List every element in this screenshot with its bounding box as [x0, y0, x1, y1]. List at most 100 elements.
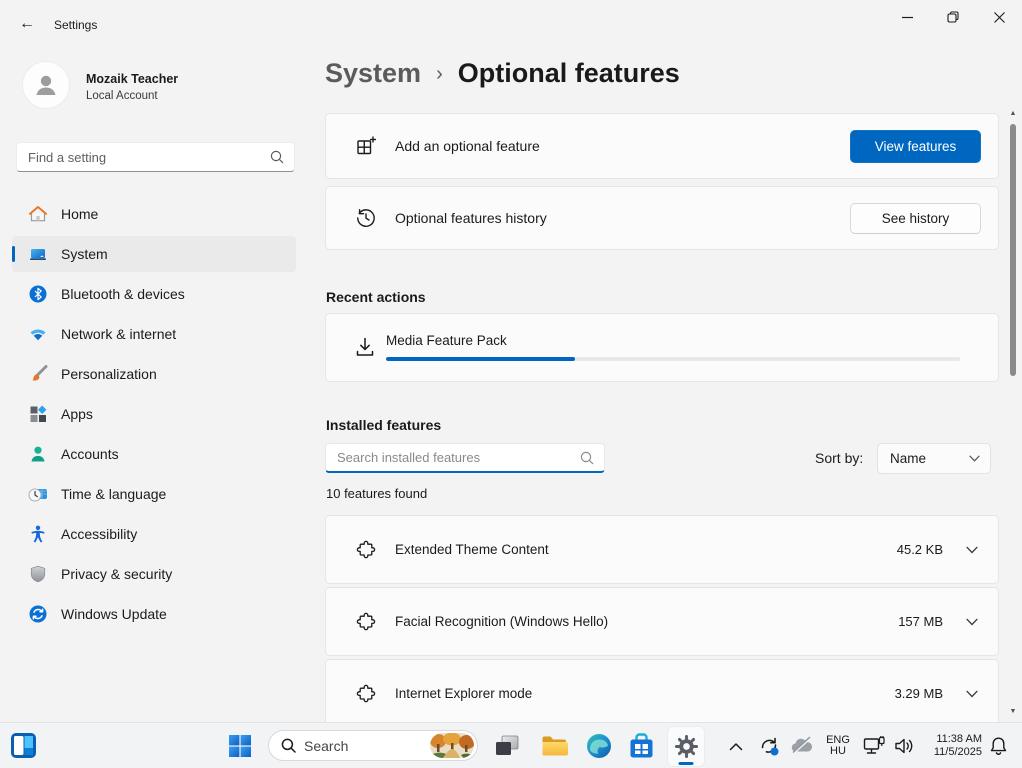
sidebar-item-accessibility[interactable]: Accessibility [12, 516, 296, 552]
sidebar-item-label: Network & internet [61, 326, 176, 342]
task-view-icon [495, 735, 519, 757]
apps-icon [28, 404, 48, 424]
search-icon [281, 738, 296, 753]
edge-button[interactable] [585, 732, 612, 759]
network-tray-button[interactable] [862, 734, 886, 758]
taskbar-search[interactable]: Search [268, 730, 478, 761]
sidebar-item-label: Personalization [61, 366, 157, 382]
network-ethernet-icon [863, 736, 885, 757]
see-history-button[interactable]: See history [850, 203, 981, 234]
breadcrumb-system[interactable]: System [325, 58, 421, 89]
widgets-icon [10, 732, 37, 759]
puzzle-icon [356, 540, 376, 560]
add-feature-label: Add an optional feature [395, 138, 540, 154]
wifi-icon [28, 324, 48, 344]
history-icon [355, 207, 377, 229]
selected-indicator [12, 246, 15, 262]
feature-row-extended-theme[interactable]: Extended Theme Content 45.2 KB [325, 515, 999, 584]
language-indicator[interactable]: ENG HU [822, 734, 854, 758]
file-explorer-button[interactable] [540, 732, 568, 759]
sidebar-item-label: Accounts [61, 446, 119, 462]
chevron-down-icon[interactable] [966, 546, 978, 554]
back-button[interactable]: ← [12, 10, 42, 38]
installed-search-input[interactable] [326, 450, 580, 465]
restore-button[interactable] [930, 0, 976, 34]
scrollbar-down-arrow[interactable]: ▼ [1008, 708, 1018, 716]
clock-date: 11/5/2025 [934, 746, 982, 759]
feature-row-ie-mode[interactable]: Internet Explorer mode 3.29 MB [325, 659, 999, 728]
features-history-label: Optional features history [395, 210, 547, 226]
window-title: Settings [54, 18, 97, 32]
installed-search-box[interactable] [325, 443, 605, 473]
feature-name: Facial Recognition (Windows Hello) [395, 614, 608, 629]
sidebar-item-personalization[interactable]: Personalization [12, 356, 296, 392]
widgets-button[interactable] [10, 732, 37, 759]
close-button[interactable] [976, 0, 1022, 34]
chevron-down-icon[interactable] [966, 690, 978, 698]
start-button[interactable] [228, 734, 252, 758]
person-icon [31, 70, 61, 100]
sidebar-item-label: Privacy & security [61, 566, 172, 582]
add-feature-icon [355, 135, 377, 157]
settings-app-button[interactable] [667, 726, 705, 767]
microsoft-store-button[interactable] [628, 732, 655, 759]
download-progress-fill [386, 357, 575, 361]
clock-time: 11:38 AM [936, 733, 982, 746]
tray-expand-button[interactable] [726, 737, 746, 755]
chevron-down-icon[interactable] [966, 618, 978, 626]
view-features-button[interactable]: View features [850, 130, 981, 163]
onedrive-paused-button[interactable] [789, 735, 815, 757]
task-view-button[interactable] [494, 733, 520, 759]
taskbar-search-placeholder: Search [304, 738, 348, 754]
find-setting-input[interactable] [17, 150, 270, 165]
sidebar-item-system[interactable]: System [12, 236, 296, 272]
window-controls [884, 0, 1022, 34]
sidebar-item-label: Time & language [61, 486, 166, 502]
sidebar-item-label: Home [61, 206, 98, 222]
bell-icon [989, 736, 1008, 756]
download-item-name: Media Feature Pack [386, 333, 507, 348]
user-account-type: Local Account [86, 90, 158, 102]
bluetooth-icon [28, 284, 48, 304]
installed-features-heading: Installed features [326, 417, 441, 433]
feature-row-facial-recognition[interactable]: Facial Recognition (Windows Hello) 157 M… [325, 587, 999, 656]
sidebar-item-time-language[interactable]: Time & language [12, 476, 296, 512]
find-setting-searchbox[interactable] [16, 142, 295, 172]
chevron-down-icon [969, 455, 980, 462]
sidebar-item-label: Bluetooth & devices [61, 286, 185, 302]
sync-status-button[interactable] [756, 733, 782, 759]
sort-by-label: Sort by: [815, 450, 863, 466]
restore-icon [947, 11, 959, 23]
avatar[interactable] [22, 61, 70, 109]
features-history-card: Optional features history See history [325, 186, 999, 250]
sort-dropdown[interactable]: Name [877, 443, 991, 474]
running-app-indicator [679, 762, 694, 765]
minimize-button[interactable] [884, 0, 930, 34]
sidebar-item-network-internet[interactable]: Network & internet [12, 316, 296, 352]
gear-icon [674, 734, 699, 759]
download-card: Media Feature Pack [325, 313, 999, 382]
scrollbar-up-arrow[interactable]: ▲ [1008, 110, 1018, 118]
sidebar-item-bluetooth-devices[interactable]: Bluetooth & devices [12, 276, 296, 312]
system-icon [28, 244, 48, 264]
sidebar-item-windows-update[interactable]: Windows Update [12, 596, 296, 632]
features-count: 10 features found [326, 486, 427, 501]
minimize-icon [902, 12, 913, 23]
feature-name: Internet Explorer mode [395, 686, 532, 701]
taskbar: Search ENG HU 11:38 AM 11/5/ [0, 722, 1022, 768]
download-progressbar [386, 357, 960, 361]
close-icon [994, 12, 1005, 23]
search-highlight-image[interactable] [430, 733, 474, 758]
feature-size: 3.29 MB [895, 686, 943, 701]
clock-tray[interactable]: 11:38 AM 11/5/2025 [918, 733, 982, 759]
speaker-icon [894, 737, 915, 755]
sidebar-item-label: System [61, 246, 108, 262]
cloud-slash-icon [790, 736, 814, 756]
volume-tray-button[interactable] [892, 735, 916, 757]
sidebar-item-accounts[interactable]: Accounts [12, 436, 296, 472]
sidebar-item-apps[interactable]: Apps [12, 396, 296, 432]
scrollbar-thumb[interactable] [1010, 124, 1016, 376]
notifications-button[interactable] [986, 734, 1010, 758]
sidebar-item-privacy-security[interactable]: Privacy & security [12, 556, 296, 592]
sidebar-item-home[interactable]: Home [12, 196, 296, 232]
